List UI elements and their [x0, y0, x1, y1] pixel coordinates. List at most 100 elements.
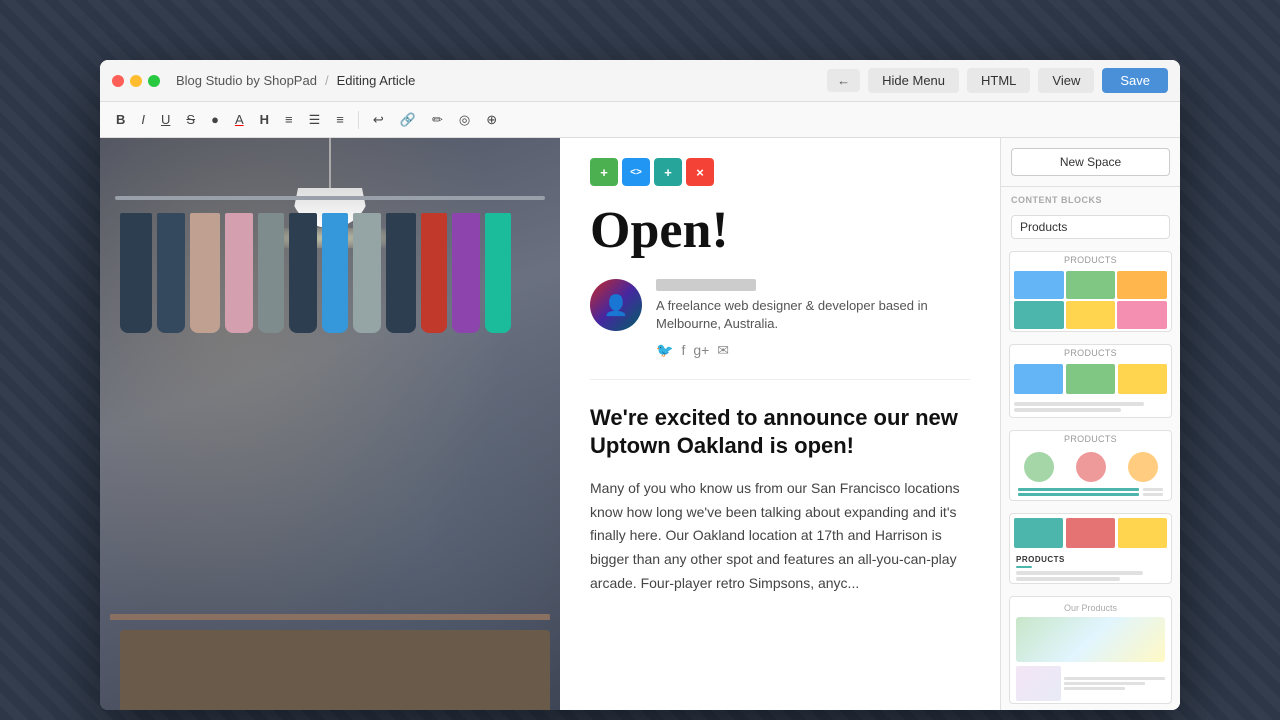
block4-img1: [1014, 518, 1063, 548]
float-toolbar: + <> + ×: [590, 158, 970, 186]
underline-button[interactable]: U: [155, 109, 176, 130]
block2-img1: [1014, 364, 1063, 394]
block1-img3: [1117, 271, 1167, 299]
block1-label: PRODUCTS: [1010, 252, 1171, 267]
block3-teal-line2: [1018, 493, 1139, 496]
align-button[interactable]: ≡: [279, 109, 299, 130]
maximize-button[interactable]: [148, 75, 160, 87]
embed-button[interactable]: ⊕: [480, 109, 503, 131]
save-button[interactable]: Save: [1102, 68, 1168, 93]
block5-text-col: [1064, 666, 1165, 701]
block2-line2: [1014, 408, 1121, 412]
store-table: [120, 630, 550, 710]
highlight-button[interactable]: ●: [205, 109, 225, 130]
author-bio: A freelance web designer & developer bas…: [656, 297, 970, 333]
article-body: Many of you who know us from our San Fra…: [590, 477, 970, 596]
breadcrumb-current: Editing Article: [337, 73, 416, 88]
block3-img2: [1076, 452, 1106, 482]
titlebar-actions: ← Hide Menu HTML View Save: [827, 68, 1168, 93]
block5-img2: [1016, 666, 1061, 701]
block3-gray-line1: [1143, 488, 1163, 491]
facebook-icon[interactable]: f: [681, 342, 685, 359]
view-button[interactable]: View: [1038, 68, 1094, 93]
block5-main-img: [1016, 617, 1165, 662]
author-name-placeholder: [656, 279, 756, 291]
minimize-button[interactable]: [130, 75, 142, 87]
block-card-1[interactable]: PRODUCTS: [1009, 251, 1172, 332]
block-card-4[interactable]: PRODUCTS: [1009, 513, 1172, 584]
block4-img3: [1118, 518, 1167, 548]
image-button[interactable]: ◎: [453, 109, 476, 131]
block3-gray-line2: [1143, 493, 1163, 496]
link-button[interactable]: 🔗: [394, 109, 422, 131]
block3-lines: [1010, 484, 1171, 501]
heading-button[interactable]: H: [254, 109, 275, 130]
block3-label: Products: [1010, 431, 1171, 446]
block4-thumb: [1010, 514, 1171, 552]
back-button[interactable]: ←: [827, 69, 860, 92]
block-card-2[interactable]: Products: [1009, 344, 1172, 417]
block1-img1: [1014, 271, 1064, 299]
bold-button[interactable]: B: [110, 109, 131, 130]
toolbar-separator: [358, 111, 359, 129]
article-title: Open!: [590, 202, 970, 259]
traffic-lights: [112, 75, 160, 87]
block3-thumb: [1010, 446, 1171, 484]
author-info: A freelance web designer & developer bas…: [656, 279, 970, 358]
breadcrumb: Blog Studio by ShopPad / Editing Article: [176, 73, 827, 88]
block1-thumb-grid: [1010, 267, 1171, 332]
block-card-5[interactable]: Our Products: [1009, 596, 1172, 704]
list-button[interactable]: ☰: [303, 109, 327, 131]
author-block: 👤 A freelance web designer & developer b…: [590, 279, 970, 379]
app-window: Blog Studio by ShopPad / Editing Article…: [100, 60, 1180, 710]
block2-img2: [1066, 364, 1115, 394]
block5-line3: [1064, 687, 1125, 690]
float-add-button[interactable]: +: [590, 158, 618, 186]
block4-line1: [1016, 571, 1143, 575]
block5-inner: Our Products: [1010, 597, 1171, 704]
block1-img4: [1014, 301, 1064, 329]
googleplus-icon[interactable]: g+: [693, 342, 709, 359]
undo-button[interactable]: ↩: [367, 109, 390, 131]
hide-menu-button[interactable]: Hide Menu: [868, 68, 959, 93]
background-image: [100, 138, 560, 710]
float-close-button[interactable]: ×: [686, 158, 714, 186]
article-overlay[interactable]: + <> + × Open! 👤 A freelance web designe…: [560, 138, 1000, 710]
block2-thumb: [1010, 360, 1171, 398]
new-space-button[interactable]: New Space: [1011, 148, 1170, 176]
block1-img5: [1066, 301, 1116, 329]
font-color-button[interactable]: A: [229, 109, 250, 130]
block2-img3: [1118, 364, 1167, 394]
block3-img1: [1024, 452, 1054, 482]
block-card-3[interactable]: Products: [1009, 430, 1172, 501]
social-icons: 🐦 f g+ ✉: [656, 342, 970, 359]
titlebar: Blog Studio by ShopPad / Editing Article…: [100, 60, 1180, 102]
app-name: Blog Studio by ShopPad: [176, 73, 317, 88]
strikethrough-button[interactable]: S: [180, 109, 201, 130]
twitter-icon[interactable]: 🐦: [656, 342, 673, 359]
editor-panel: + <> + × Open! 👤 A freelance web designe…: [100, 138, 1000, 710]
right-sidebar: New Space CONTENT BLOCKS Products PRODUC…: [1000, 138, 1180, 710]
clothes-rack-area: [120, 198, 540, 398]
content-area: + <> + × Open! 👤 A freelance web designe…: [100, 138, 1180, 710]
block5-line2: [1064, 682, 1145, 685]
block5-bottom-row: [1016, 666, 1165, 701]
editor-toolbar: B I U S ● A H ≡ ☰ ≡ ↩ 🔗 ✏ ◎ ⊕: [100, 102, 1180, 138]
author-avatar-inner: 👤: [590, 279, 642, 331]
close-button[interactable]: [112, 75, 124, 87]
italic-button[interactable]: I: [135, 109, 151, 130]
block1-img6: [1117, 301, 1167, 329]
block4-line2: [1016, 577, 1120, 581]
pencil-button[interactable]: ✏: [426, 109, 449, 131]
block4-text-area: PRODUCTS: [1010, 552, 1171, 584]
float-code-button[interactable]: <>: [622, 158, 650, 186]
html-button[interactable]: HTML: [967, 68, 1030, 93]
block2-line1: [1014, 402, 1144, 406]
ordered-list-button[interactable]: ≡: [330, 109, 350, 130]
float-plus-button[interactable]: +: [654, 158, 682, 186]
block3-img3: [1128, 452, 1158, 482]
products-dropdown[interactable]: Products: [1011, 215, 1170, 239]
email-icon[interactable]: ✉: [717, 342, 729, 359]
block4-accent-line: [1016, 566, 1032, 568]
content-blocks-header: Products: [1001, 209, 1180, 245]
